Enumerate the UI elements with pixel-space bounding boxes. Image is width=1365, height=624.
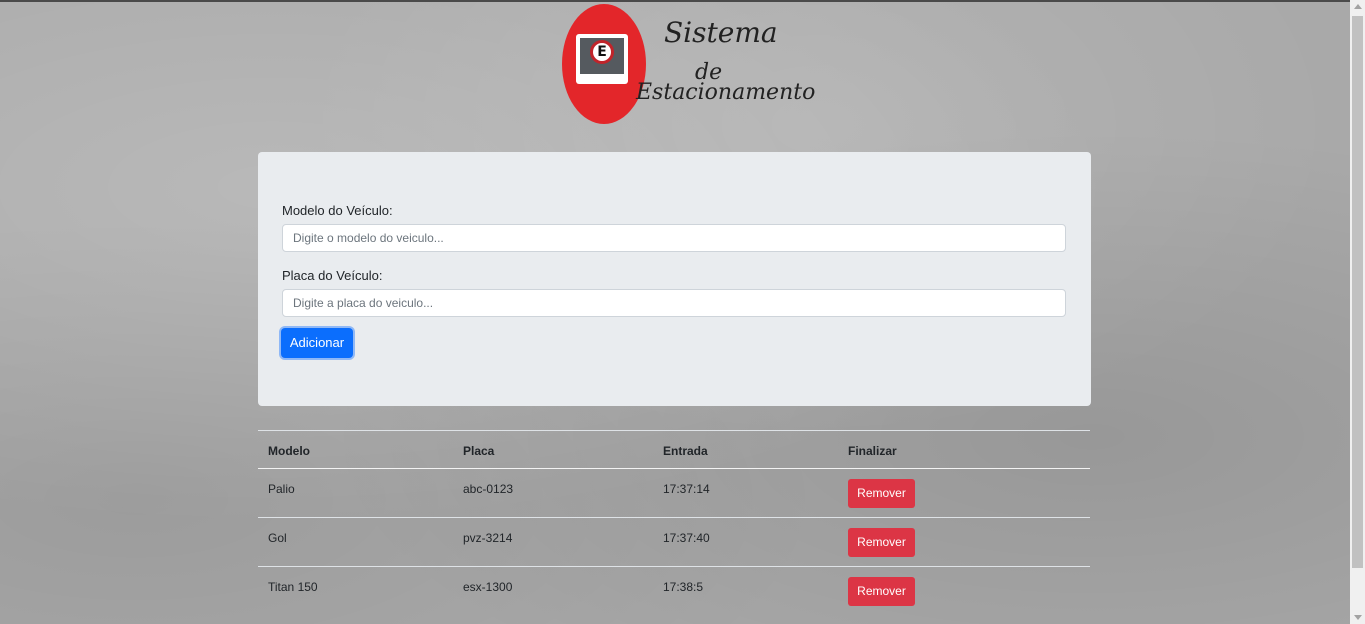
monitor-stand bbox=[596, 74, 608, 80]
parking-e-icon: E bbox=[590, 40, 614, 64]
plate-label: Placa do Veículo: bbox=[282, 268, 383, 283]
cell-modelo: Titan 150 bbox=[268, 580, 318, 594]
header-finalizar: Finalizar bbox=[848, 444, 897, 458]
cell-modelo: Gol bbox=[268, 531, 287, 545]
logo-red-circle: E bbox=[562, 4, 646, 124]
cell-placa: esx-1300 bbox=[463, 580, 513, 594]
remove-button[interactable]: Remover bbox=[848, 577, 915, 606]
scroll-up-icon[interactable] bbox=[1354, 4, 1362, 9]
vehicles-table: Modelo Placa Entrada Finalizar Palio abc… bbox=[258, 430, 1090, 615]
logo-title-line3: Estacionamento bbox=[636, 80, 816, 105]
header-placa: Placa bbox=[463, 444, 495, 458]
monitor-icon: E bbox=[576, 34, 628, 84]
table-row: Palio abc-0123 17:37:14 Remover bbox=[258, 469, 1090, 518]
add-button[interactable]: Adicionar bbox=[281, 328, 353, 358]
logo-title-line1: Sistema bbox=[664, 16, 778, 49]
cell-entrada: 17:37:14 bbox=[663, 482, 710, 496]
cell-entrada: 17:37:40 bbox=[663, 531, 710, 545]
cell-placa: abc-0123 bbox=[463, 482, 514, 496]
scroll-thumb[interactable] bbox=[1352, 16, 1363, 568]
cell-modelo: Palio bbox=[268, 482, 295, 496]
cell-placa: pvz-3214 bbox=[463, 531, 513, 545]
scroll-down-icon[interactable] bbox=[1354, 615, 1362, 620]
page-scrollbar[interactable] bbox=[1350, 0, 1365, 624]
table-row: Titan 150 esx-1300 17:38:5 Remover bbox=[258, 567, 1090, 615]
monitor-screen: E bbox=[580, 38, 624, 74]
table-row: Gol pvz-3214 17:37:40 Remover bbox=[258, 518, 1090, 567]
remove-button[interactable]: Remover bbox=[848, 479, 915, 508]
model-label: Modelo do Veículo: bbox=[282, 203, 393, 218]
table-header: Modelo Placa Entrada Finalizar bbox=[258, 430, 1090, 469]
remove-button[interactable]: Remover bbox=[848, 528, 915, 557]
header-entrada: Entrada bbox=[663, 444, 708, 458]
app-logo: E Sistema de Estacionamento bbox=[560, 2, 815, 126]
header-modelo: Modelo bbox=[268, 444, 310, 458]
cell-entrada: 17:38:5 bbox=[663, 580, 704, 594]
model-input[interactable]: Digite o modelo do veiculo... bbox=[282, 224, 1066, 252]
vehicle-form-card: Modelo do Veículo: Digite o modelo do ve… bbox=[258, 152, 1091, 406]
plate-input[interactable]: Digite a placa do veiculo... bbox=[282, 289, 1066, 317]
